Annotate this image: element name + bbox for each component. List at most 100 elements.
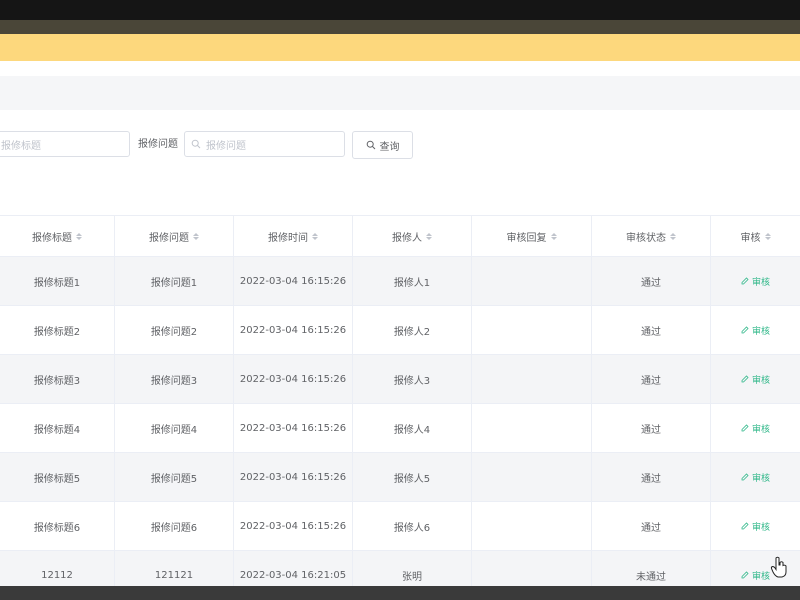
sort-icon[interactable]: [764, 232, 771, 240]
review-button-label: 审核: [751, 277, 770, 288]
table-cell-title: 报修标题4: [0, 404, 115, 452]
table-cell-action: 审核: [711, 404, 800, 452]
header-strip: [0, 20, 800, 34]
search-icon: [191, 139, 201, 149]
column-header-time[interactable]: 报修时间: [234, 216, 353, 256]
table-cell-status: 通过: [592, 355, 711, 403]
review-button[interactable]: 审核: [741, 471, 770, 484]
table-cell-reply: [472, 404, 592, 452]
sort-icon[interactable]: [670, 232, 676, 240]
review-button[interactable]: 审核: [741, 520, 770, 533]
problem-search-placeholder: 报修问题: [206, 140, 246, 152]
title-search-placeholder: 报修标题: [1, 140, 41, 152]
review-button-label: 审核: [751, 424, 770, 435]
table-cell-problem: 报修问题3: [115, 355, 234, 403]
table-cell-action: 审核: [711, 306, 800, 354]
query-button-label: 查询: [379, 141, 400, 153]
sort-icon[interactable]: [193, 232, 199, 240]
sort-icon[interactable]: [550, 232, 557, 240]
review-button[interactable]: 审核: [741, 422, 770, 435]
problem-label: 报修问题: [138, 139, 178, 150]
table-cell-action: 审核: [711, 453, 800, 501]
table-cell-person: 报修人3: [353, 355, 472, 403]
review-button-label: 审核: [751, 473, 770, 484]
bottom-bar: [0, 586, 800, 600]
table-cell-reply: [472, 502, 592, 550]
table-header: 报修标题 报修问题 报修时间 报修人 审核回复 审核状态 审核: [0, 215, 800, 257]
window-top-bar: [0, 0, 800, 20]
problem-search-input[interactable]: 报修问题: [184, 131, 345, 157]
table-cell-person: 报修人1: [353, 257, 472, 305]
table-cell-title: 报修标题1: [0, 257, 115, 305]
review-button[interactable]: 审核: [741, 373, 770, 386]
review-button[interactable]: 审核: [741, 324, 770, 337]
table-cell-problem: 报修问题1: [115, 257, 234, 305]
table-cell-person: 报修人5: [353, 453, 472, 501]
column-header-review[interactable]: 审核: [711, 216, 800, 256]
table-row: 报修标题3 报修问题3 2022-03-04 16:15:26 报修人3 通过 审核: [0, 355, 800, 404]
table-cell-reply: [472, 306, 592, 354]
query-button[interactable]: 查询: [352, 131, 413, 159]
table-cell-reply: [472, 355, 592, 403]
table-cell-reply: [472, 453, 592, 501]
table-cell-time: 2022-03-04 16:15:26: [234, 355, 353, 403]
hand-cursor-icon: [770, 556, 787, 578]
review-button[interactable]: 审核: [741, 569, 770, 582]
table-body: 报修标题1 报修问题1 2022-03-04 16:15:26 报修人1 通过 审核 报修标…: [0, 257, 800, 600]
repair-table: 报修标题 报修问题 报修时间 报修人 审核回复 审核状态 审核 报修标题1 报修问…: [0, 215, 800, 600]
sort-icon[interactable]: [312, 232, 318, 240]
edit-icon: [741, 522, 749, 530]
table-cell-status: 通过: [592, 257, 711, 305]
table-cell-status: 通过: [592, 453, 711, 501]
review-button-label: 审核: [751, 571, 770, 582]
table-cell-action: 审核: [711, 257, 800, 305]
table-row: 报修标题4 报修问题4 2022-03-04 16:15:26 报修人4 通过 审核: [0, 404, 800, 453]
table-cell-reply: [472, 257, 592, 305]
column-header-label: 报修时间: [268, 232, 308, 244]
column-header-title[interactable]: 报修标题: [0, 216, 115, 256]
table-row: 报修标题2 报修问题2 2022-03-04 16:15:26 报修人2 通过 审核: [0, 306, 800, 355]
table-cell-status: 通过: [592, 404, 711, 452]
table-cell-time: 2022-03-04 16:15:26: [234, 502, 353, 550]
column-header-label: 报修人: [392, 232, 422, 244]
table-cell-action: 审核: [711, 502, 800, 550]
table-cell-time: 2022-03-04 16:15:26: [234, 257, 353, 305]
divider: [0, 61, 800, 65]
table-cell-problem: 报修问题6: [115, 502, 234, 550]
table-cell-person: 报修人2: [353, 306, 472, 354]
table-cell-title: 报修标题2: [0, 306, 115, 354]
table-cell-problem: 报修问题5: [115, 453, 234, 501]
column-header-label: 审核回复: [506, 232, 547, 244]
table-cell-person: 报修人4: [353, 404, 472, 452]
table-cell-action: 审核: [711, 355, 800, 403]
edit-icon: [741, 277, 749, 285]
column-header-person[interactable]: 报修人: [353, 216, 472, 256]
column-header-reply[interactable]: 审核回复: [472, 216, 592, 256]
table-cell-title: 报修标题3: [0, 355, 115, 403]
search-form: 报修标题 报修问题 报修问题 查询: [0, 131, 800, 159]
edit-icon: [741, 326, 749, 334]
edit-icon: [741, 424, 749, 432]
table-cell-time: 2022-03-04 16:15:26: [234, 404, 353, 452]
table-cell-title: 报修标题5: [0, 453, 115, 501]
review-button-label: 审核: [751, 522, 770, 533]
table-cell-problem: 报修问题2: [115, 306, 234, 354]
table-cell-person: 报修人6: [353, 502, 472, 550]
sort-icon[interactable]: [426, 232, 432, 240]
column-header-status[interactable]: 审核状态: [592, 216, 711, 256]
edit-icon: [741, 571, 749, 579]
table-cell-status: 通过: [592, 502, 711, 550]
edit-icon: [741, 473, 749, 481]
table-cell-status: 通过: [592, 306, 711, 354]
table-row: 报修标题5 报修问题5 2022-03-04 16:15:26 报修人5 通过 审核: [0, 453, 800, 502]
sort-icon[interactable]: [76, 232, 82, 240]
edit-icon: [741, 375, 749, 383]
column-header-label: 报修问题: [149, 232, 189, 244]
column-header-problem[interactable]: 报修问题: [115, 216, 234, 256]
title-search-input[interactable]: 报修标题: [0, 131, 130, 157]
column-header-label: 审核状态: [626, 232, 666, 244]
review-button[interactable]: 审核: [741, 275, 770, 288]
search-icon: [366, 140, 375, 150]
table-cell-time: 2022-03-04 16:15:26: [234, 306, 353, 354]
review-button-label: 审核: [751, 375, 770, 386]
